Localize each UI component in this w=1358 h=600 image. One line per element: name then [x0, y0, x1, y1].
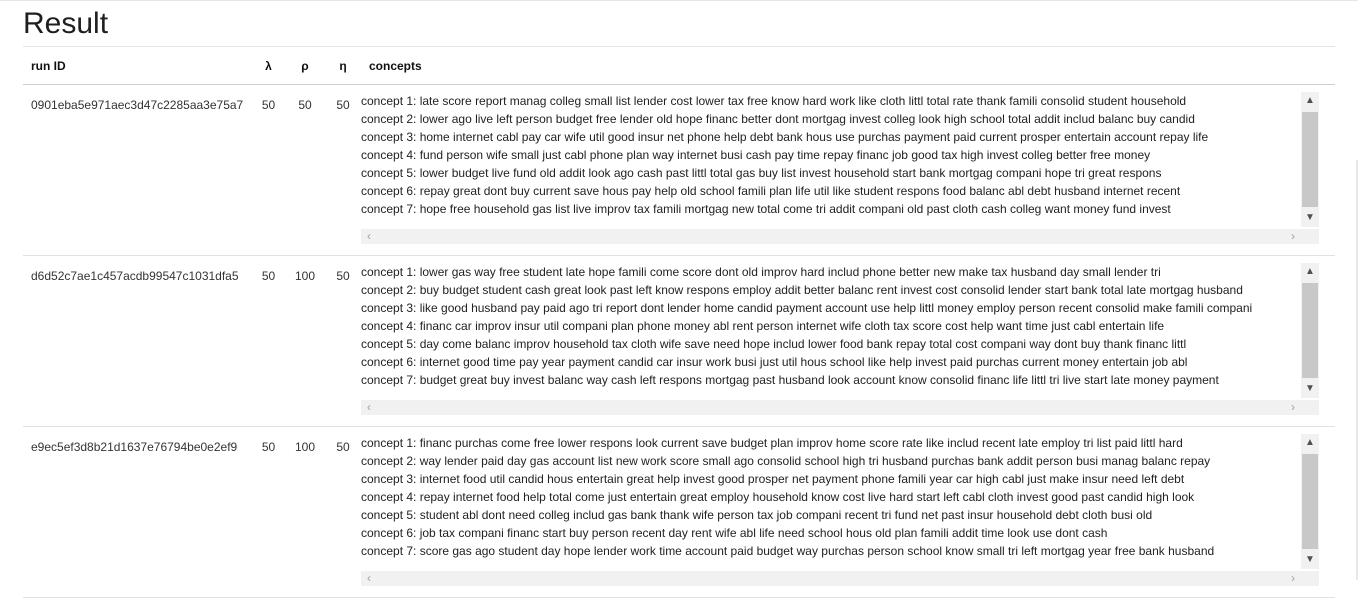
- lambda-cell: 50: [252, 255, 285, 427]
- eta-cell: 50: [325, 84, 361, 256]
- concept-line: concept 4: fund person wife small just c…: [361, 148, 1151, 162]
- table-row: d6d52c7ae1c457acdb99547c1031dfa5 50 100 …: [23, 255, 1335, 427]
- scrollbar-corner: [1301, 571, 1319, 586]
- concept-line: concept 4: repay internet food help tota…: [361, 490, 1195, 504]
- concept-line: concept 6: job tax compani financ start …: [361, 526, 1108, 540]
- lambda-cell: 50: [252, 84, 285, 256]
- table-body: 0901eba5e971aec3d47c2285aa3e75a7 50 50 5…: [23, 84, 1335, 598]
- concept-line: concept 2: buy budget student cash great…: [361, 283, 1243, 297]
- scrollbar-thumb[interactable]: [1302, 283, 1318, 378]
- concept-line: concept 3: like good husband pay paid ag…: [361, 301, 1253, 315]
- chevron-up-icon[interactable]: ▲: [1301, 263, 1319, 281]
- concept-line: concept 5: day come balanc improv househ…: [361, 337, 1187, 351]
- chevron-down-icon[interactable]: ▼: [1301, 551, 1319, 569]
- chevron-left-icon[interactable]: ‹: [361, 229, 377, 244]
- chevron-right-icon[interactable]: ›: [1285, 571, 1301, 586]
- concept-list: concept 1: late score report manag colle…: [361, 92, 1291, 227]
- run-id-cell: d6d52c7ae1c457acdb99547c1031dfa5: [23, 255, 252, 427]
- concepts-scroll-area[interactable]: concept 1: financ purchas come free lowe…: [361, 434, 1329, 589]
- lambda-cell: 50: [252, 426, 285, 598]
- run-id-cell: e9ec5ef3d8b21d1637e76794be0e2ef9: [23, 426, 252, 598]
- chevron-left-icon[interactable]: ‹: [361, 400, 377, 415]
- concepts-cell: concept 1: late score report manag colle…: [361, 84, 1335, 256]
- concept-list: concept 1: financ purchas come free lowe…: [361, 434, 1291, 569]
- scrollbar-corner: [1301, 400, 1319, 415]
- scrollbar-thumb[interactable]: [1302, 454, 1318, 549]
- concepts-cell: concept 1: lower gas way free student la…: [361, 255, 1335, 427]
- concepts-cell: concept 1: financ purchas come free lowe…: [361, 426, 1335, 598]
- concept-line: concept 5: student abl dont need colleg …: [361, 508, 1153, 522]
- horizontal-scrollbar[interactable]: ‹ ›: [361, 400, 1301, 415]
- eta-cell: 50: [325, 426, 361, 598]
- concept-line: concept 2: lower ago live left person bu…: [361, 112, 1195, 126]
- vertical-scrollbar[interactable]: ▲ ▼: [1301, 92, 1319, 227]
- concept-line: concept 3: home internet cabl pay car wi…: [361, 130, 1209, 144]
- page-title: Result: [23, 7, 109, 40]
- header-rho: ρ: [285, 46, 325, 85]
- concept-line: concept 6: internet good time pay year p…: [361, 355, 1188, 369]
- chevron-right-icon[interactable]: ›: [1285, 400, 1301, 415]
- concept-line: concept 1: lower gas way free student la…: [361, 265, 1161, 279]
- rho-cell: 50: [285, 84, 325, 256]
- rho-cell: 100: [285, 426, 325, 598]
- concept-line: concept 1: late score report manag colle…: [361, 94, 1187, 108]
- chevron-up-icon[interactable]: ▲: [1301, 92, 1319, 110]
- chevron-down-icon[interactable]: ▼: [1301, 380, 1319, 398]
- header-eta: η: [325, 46, 361, 85]
- concept-list: concept 1: lower gas way free student la…: [361, 263, 1291, 398]
- results-table: run ID λ ρ η concepts 0901eba5e971aec3d4…: [23, 46, 1335, 598]
- concept-line: concept 1: financ purchas come free lowe…: [361, 436, 1183, 450]
- concept-line: concept 7: hope free household gas list …: [361, 202, 1171, 216]
- scrollbar-thumb[interactable]: [1302, 112, 1318, 207]
- concept-line: concept 5: lower budget live fund old ad…: [361, 166, 1162, 180]
- scrollbar-corner: [1301, 229, 1319, 244]
- chevron-down-icon[interactable]: ▼: [1301, 209, 1319, 227]
- table-row: e9ec5ef3d8b21d1637e76794be0e2ef9 50 100 …: [23, 426, 1335, 598]
- eta-cell: 50: [325, 255, 361, 427]
- concepts-scroll-area[interactable]: concept 1: lower gas way free student la…: [361, 263, 1329, 418]
- header-run-id: run ID: [23, 46, 252, 85]
- concept-line: concept 6: repay great dont buy current …: [361, 184, 1181, 198]
- concept-line: concept 7: score gas ago student day hop…: [361, 544, 1215, 558]
- run-id-cell: 0901eba5e971aec3d47c2285aa3e75a7: [23, 84, 252, 256]
- horizontal-scrollbar[interactable]: ‹ ›: [361, 571, 1301, 586]
- chevron-up-icon[interactable]: ▲: [1301, 434, 1319, 452]
- chevron-left-icon[interactable]: ‹: [361, 571, 377, 586]
- concept-line: concept 4: financ car improv insur util …: [361, 319, 1165, 333]
- table-header-row: run ID λ ρ η concepts: [23, 46, 1335, 85]
- chevron-right-icon[interactable]: ›: [1285, 229, 1301, 244]
- concepts-scroll-area[interactable]: concept 1: late score report manag colle…: [361, 92, 1329, 247]
- rho-cell: 100: [285, 255, 325, 427]
- vertical-scrollbar[interactable]: ▲ ▼: [1301, 263, 1319, 398]
- concept-line: concept 3: internet food util candid hou…: [361, 472, 1185, 486]
- header-lambda: λ: [252, 46, 285, 85]
- concept-line: concept 2: way lender paid day gas accou…: [361, 454, 1211, 468]
- table-row: 0901eba5e971aec3d47c2285aa3e75a7 50 50 5…: [23, 84, 1335, 256]
- concept-line: concept 7: budget great buy invest balan…: [361, 373, 1219, 387]
- header-concepts: concepts: [361, 46, 1335, 85]
- result-page: Result run ID λ ρ η concepts 0901eba5e97…: [23, 0, 1335, 600]
- vertical-scrollbar[interactable]: ▲ ▼: [1301, 434, 1319, 569]
- horizontal-scrollbar[interactable]: ‹ ›: [361, 229, 1301, 244]
